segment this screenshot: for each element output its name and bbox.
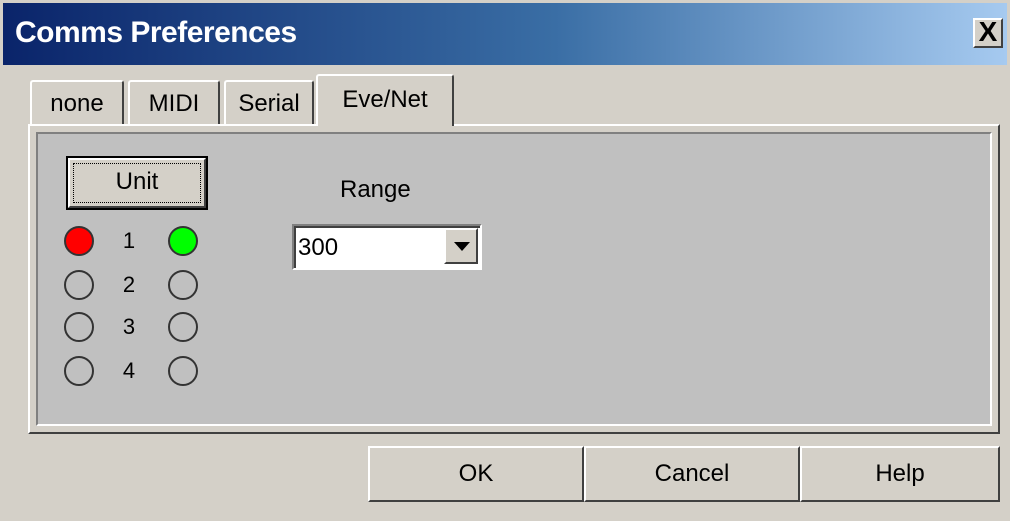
help-button[interactable]: Help	[800, 446, 1000, 502]
unit-1-number: 1	[122, 228, 136, 253]
unit-2-number: 2	[122, 272, 136, 297]
tab-eve-net[interactable]: Eve/Net	[316, 74, 454, 126]
unit-2-right-led	[168, 270, 198, 300]
range-label: Range	[340, 176, 411, 203]
unit-4-left-led	[64, 356, 94, 386]
unit-2-left-led	[64, 270, 94, 300]
unit-3-right-led	[168, 312, 198, 342]
range-select[interactable]: 300	[292, 224, 482, 270]
window-title: Comms Preferences	[15, 16, 297, 49]
unit-button-label: Unit	[115, 168, 159, 195]
tab-midi[interactable]: MIDI	[128, 80, 220, 126]
cancel-button[interactable]: Cancel	[584, 446, 800, 502]
ok-button[interactable]: OK	[368, 446, 584, 502]
unit-button[interactable]: Unit	[66, 156, 208, 210]
unit-3-number: 3	[122, 314, 136, 339]
range-value: 300	[298, 234, 339, 261]
unit-3-left-led	[64, 312, 94, 342]
title-bar[interactable]: Comms Preferences X	[3, 3, 1007, 65]
tab-none[interactable]: none	[30, 80, 124, 126]
unit-1-right-led	[168, 226, 198, 256]
unit-4-right-led	[168, 356, 198, 386]
unit-1-left-led	[64, 226, 94, 256]
close-button[interactable]: X	[973, 18, 1003, 48]
unit-4-number: 4	[122, 358, 136, 383]
dropdown-arrow-icon[interactable]	[444, 228, 478, 264]
tab-serial[interactable]: Serial	[224, 80, 314, 126]
